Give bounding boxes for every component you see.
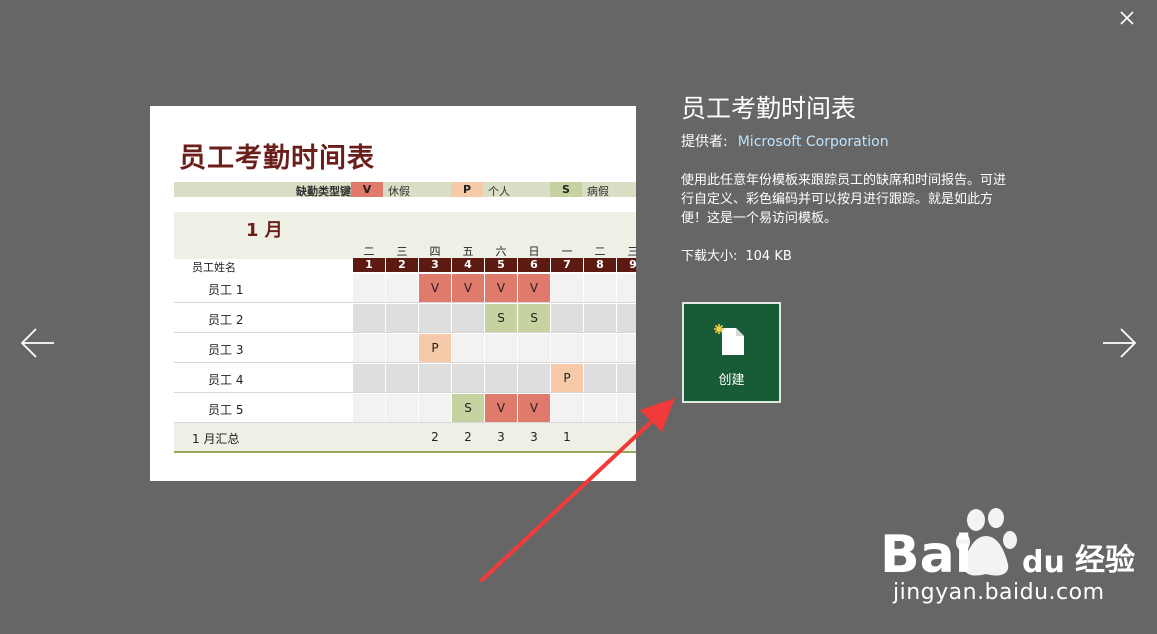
download-size-value: 104 KB	[745, 249, 792, 264]
attendance-cell	[617, 304, 636, 332]
employee-name: 员工 5	[208, 403, 244, 417]
attendance-cell	[584, 304, 616, 332]
weekday-label: 五	[462, 245, 474, 258]
arrow-left-icon[interactable]	[20, 326, 56, 360]
create-button[interactable]: 创建	[682, 302, 781, 403]
attendance-cell	[386, 364, 418, 392]
attendance-cell	[386, 394, 418, 422]
attendance-cell	[551, 274, 583, 302]
attendance-cell	[584, 334, 616, 362]
row-divider	[174, 302, 636, 303]
attendance-cell	[617, 334, 636, 362]
attendance-cell	[353, 394, 385, 422]
attendance-cell: S	[485, 304, 517, 332]
attendance-cell	[353, 364, 385, 392]
attendance-cell	[353, 334, 385, 362]
attendance-cell	[419, 394, 451, 422]
weekday-label: 四	[429, 245, 441, 258]
attendance-cell	[584, 274, 616, 302]
absence-legend: 缺勤类型键 V 休假 P 个人 S 病假	[174, 182, 636, 198]
attendance-cell: S	[518, 304, 550, 332]
day-number: 4	[452, 258, 484, 272]
create-button-label: 创建	[718, 373, 745, 388]
day-number: 5	[485, 258, 517, 272]
attendance-cell	[419, 304, 451, 332]
weekday-label: 三	[627, 245, 637, 258]
attendance-cell	[518, 334, 550, 362]
weekday-label: 日	[528, 245, 540, 258]
weekday-label: 二	[363, 245, 375, 258]
legend-label-sick: 病假	[587, 185, 609, 198]
svg-text:Bai: Bai	[880, 525, 973, 585]
attendance-cell	[452, 334, 484, 362]
weekday-label: 六	[495, 245, 507, 258]
employee-name: 员工 3	[208, 343, 244, 357]
attendance-cell: V	[518, 274, 550, 302]
template-title: 员工考勤时间表	[681, 94, 857, 123]
arrow-right-icon[interactable]	[1101, 326, 1137, 360]
provider-name: Microsoft Corporation	[737, 134, 889, 150]
totals-label: 1 月汇总	[192, 432, 240, 446]
attendance-cell	[386, 334, 418, 362]
legend-key-label: 缺勤类型键	[296, 185, 351, 198]
attendance-cell	[617, 274, 636, 302]
download-size-line: 下载大小: 104 KB	[681, 245, 792, 264]
day-number: 3	[419, 258, 451, 272]
attendance-cell	[353, 274, 385, 302]
download-size-label: 下载大小:	[681, 249, 738, 264]
employee-name: 员工 1	[208, 283, 244, 297]
attendance-cell	[551, 304, 583, 332]
day-number: 6	[518, 258, 550, 272]
attendance-cell	[386, 304, 418, 332]
legend-code-vacation: V	[351, 182, 383, 197]
attendance-cell	[419, 364, 451, 392]
legend-code-sick: S	[550, 182, 582, 197]
attendance-cell	[452, 304, 484, 332]
day-number: 1	[353, 258, 385, 272]
preview-title: 员工考勤时间表	[179, 143, 375, 174]
svg-text:du: du	[1022, 545, 1065, 580]
legend-label-vacation: 休假	[388, 185, 410, 198]
total-value: 2	[431, 430, 439, 444]
day-number: 2	[386, 258, 418, 272]
new-document-icon	[714, 324, 744, 355]
attendance-cell: V	[485, 274, 517, 302]
attendance-cell	[485, 334, 517, 362]
template-description: 使用此任意年份模板来跟踪员工的缺席和时间报告。可进行自定义、彩色编码并可以按月进…	[681, 173, 1007, 226]
attendance-cell: V	[419, 274, 451, 302]
close-icon[interactable]	[1115, 6, 1139, 30]
provider-label: 提供者:	[681, 134, 728, 150]
provider-line: 提供者: Microsoft Corporation	[681, 131, 889, 151]
attendance-cell: P	[419, 334, 451, 362]
day-number: 8	[584, 258, 616, 272]
weekday-label: 一	[561, 245, 573, 258]
day-number: 7	[551, 258, 583, 272]
legend-label-personal: 个人	[488, 185, 510, 198]
row-divider	[174, 362, 636, 363]
employee-name: 员工 4	[208, 373, 244, 387]
employee-name-header: 员工姓名	[192, 261, 236, 274]
svg-text:经验: 经验	[1075, 543, 1135, 578]
day-number: 9	[617, 258, 636, 272]
attendance-cell	[386, 274, 418, 302]
employee-name: 员工 2	[208, 313, 244, 327]
attendance-cell	[551, 334, 583, 362]
legend-code-personal: P	[451, 182, 483, 197]
weekday-label: 二	[594, 245, 606, 258]
attendance-cell: V	[452, 274, 484, 302]
red-annotation-arrow	[480, 398, 675, 582]
watermark-url: jingyan.baidu.com	[893, 580, 1105, 605]
row-divider	[174, 332, 636, 333]
attendance-cell	[353, 304, 385, 332]
month-label: 1 月	[246, 220, 283, 241]
weekday-label: 三	[396, 245, 408, 258]
